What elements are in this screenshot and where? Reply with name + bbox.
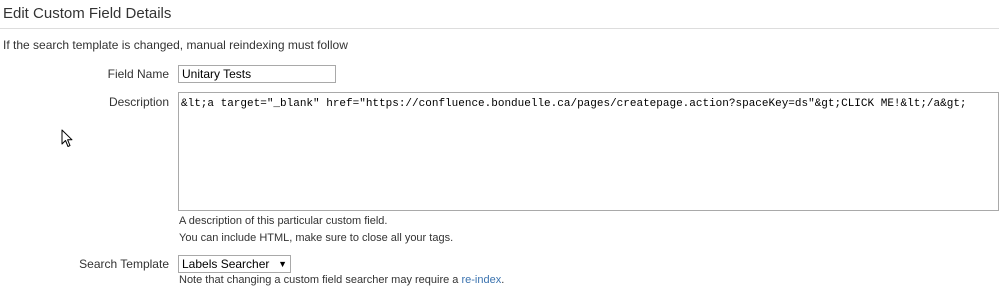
search-template-note: Note that changing a custom field search… xyxy=(179,274,504,286)
mouse-pointer-icon xyxy=(61,129,73,147)
triangle-down-icon: ▼ xyxy=(278,259,287,269)
reindex-warning: If the search template is changed, manua… xyxy=(3,38,348,52)
title-divider xyxy=(0,28,999,29)
field-name-input[interactable] xyxy=(178,65,336,83)
reindex-link[interactable]: re-index xyxy=(461,274,501,286)
description-textarea[interactable]: &lt;a target="_blank" href="https://conf… xyxy=(178,92,999,211)
search-template-note-text: Note that changing a custom field search… xyxy=(179,274,462,286)
search-template-selected-value: Labels Searcher xyxy=(182,257,270,271)
search-template-note-suffix: . xyxy=(501,274,505,286)
field-name-label: Field Name xyxy=(107,67,169,81)
search-template-label: Search Template xyxy=(79,257,169,271)
page-title: Edit Custom Field Details xyxy=(3,5,172,22)
search-template-select[interactable]: Labels Searcher ▼ xyxy=(178,255,291,273)
description-label: Description xyxy=(108,95,169,109)
description-help-line1: A description of this particular custom … xyxy=(179,215,388,227)
description-help-line2: You can include HTML, make sure to close… xyxy=(179,232,454,244)
